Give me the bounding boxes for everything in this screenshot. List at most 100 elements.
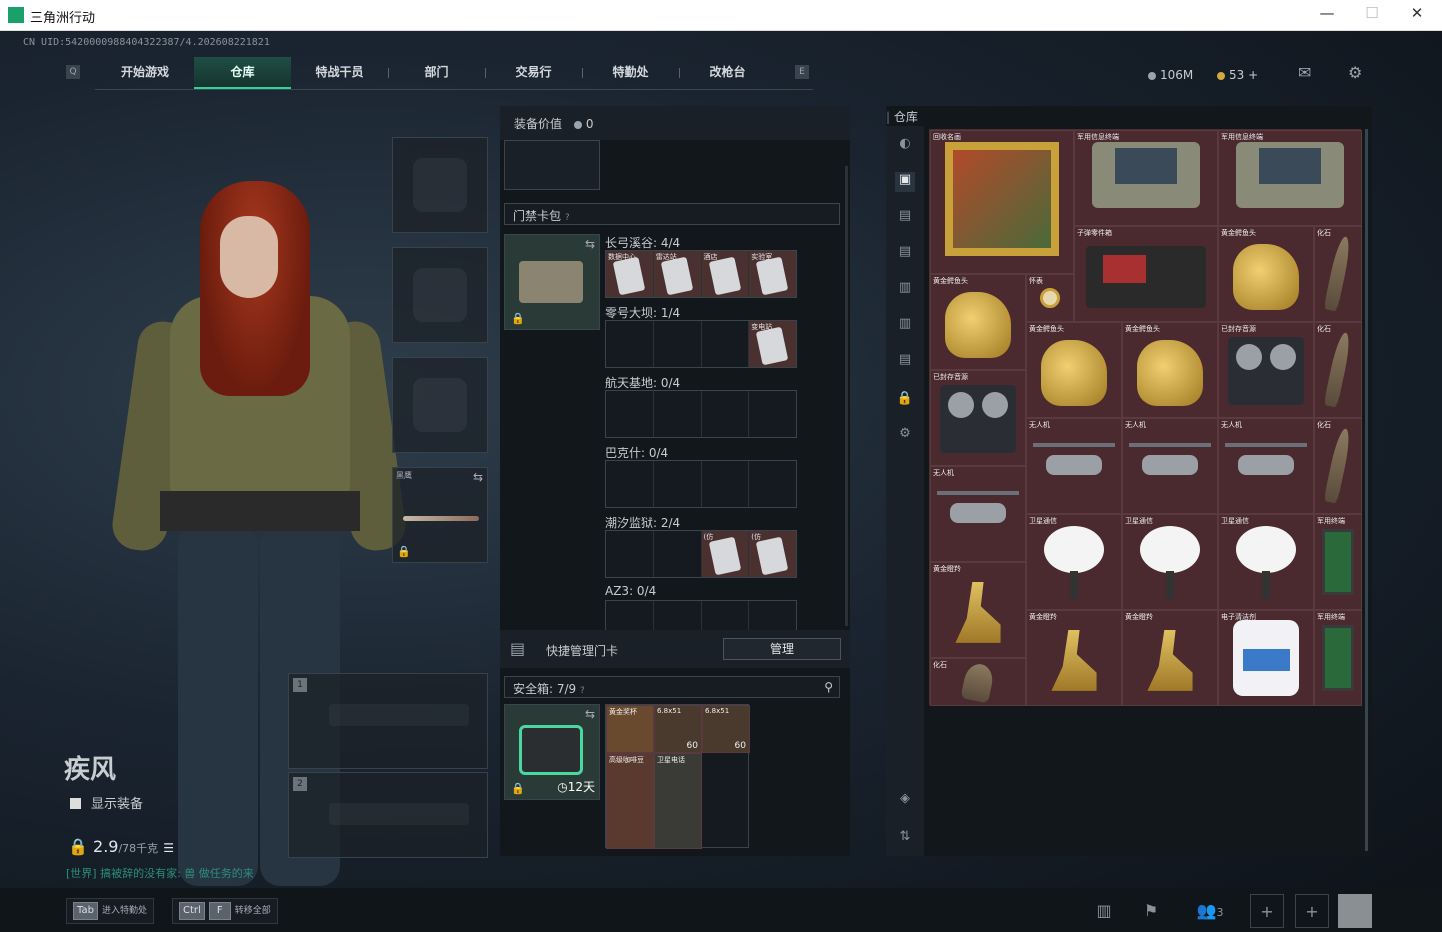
warehouse-item[interactable]: 化石 bbox=[1314, 226, 1362, 322]
warehouse-item[interactable]: 黄金瞪羚 bbox=[930, 562, 1026, 658]
keycard-item[interactable]: 实验室 bbox=[749, 251, 796, 297]
keycard-item[interactable]: 数据中心 bbox=[606, 251, 654, 297]
warehouse-item[interactable]: 军用终端 bbox=[1314, 610, 1362, 706]
primary-weapon-slot[interactable]: 1 bbox=[288, 673, 488, 769]
safebox-item[interactable]: 6.8x51 60 bbox=[654, 705, 702, 753]
warehouse-item[interactable]: 已封存音源 bbox=[930, 370, 1026, 466]
helmet-filter-icon[interactable]: ◐ bbox=[895, 136, 915, 156]
keycard-empty-slot[interactable] bbox=[654, 321, 702, 367]
sort-icon[interactable]: ⇅ bbox=[895, 829, 915, 849]
warehouse-item[interactable]: 卫星通信 bbox=[1026, 514, 1122, 610]
warehouse-item[interactable]: 回收名画 bbox=[930, 130, 1074, 274]
swap-icon[interactable]: ⇆ bbox=[473, 470, 483, 484]
settings-gear-icon[interactable]: ⚙ bbox=[1348, 63, 1362, 82]
keycard-empty-slot[interactable] bbox=[702, 321, 750, 367]
helmet-slot[interactable] bbox=[392, 137, 488, 233]
enter-special-ops-hint[interactable]: Tab 进入特勤处 bbox=[66, 898, 154, 924]
warehouse-item[interactable]: 黄金瞪羚 bbox=[1026, 610, 1122, 706]
maximize-button[interactable]: ☐ bbox=[1352, 4, 1392, 26]
tab-gunsmith[interactable]: 改枪台 bbox=[679, 57, 776, 89]
manage-button[interactable]: 管理 bbox=[723, 638, 841, 660]
close-button[interactable]: ✕ bbox=[1397, 4, 1437, 26]
warehouse-iii-icon[interactable]: ▥ bbox=[895, 316, 915, 336]
warehouse-item[interactable]: 军用信息终端 bbox=[1218, 130, 1362, 226]
pistol-slot[interactable] bbox=[392, 357, 488, 453]
backpack-slot[interactable] bbox=[504, 140, 600, 190]
tab-warehouse[interactable]: 仓库 bbox=[194, 57, 291, 89]
tab-start-game[interactable]: 开始游戏 bbox=[96, 57, 194, 89]
warehouse-item[interactable]: 军用终端 bbox=[1314, 514, 1362, 610]
keycard-item[interactable]: (仿 bbox=[749, 531, 796, 577]
flag-icon[interactable]: ⚑ bbox=[1134, 894, 1168, 928]
warehouse-item[interactable]: 化石 bbox=[930, 658, 1026, 706]
keycard-item[interactable]: 酒店 bbox=[701, 251, 750, 297]
warehouse-iii-icon[interactable]: ▥ bbox=[895, 280, 915, 300]
warehouse-iv-icon[interactable]: ▤ bbox=[895, 244, 915, 264]
nav-next-key[interactable]: E bbox=[795, 65, 809, 79]
keycard-empty-slot[interactable] bbox=[654, 531, 702, 577]
keycard-item[interactable]: 变电站 bbox=[749, 321, 796, 367]
pin-icon[interactable]: ⚲ bbox=[824, 680, 833, 694]
invite-slot-button[interactable]: + bbox=[1295, 894, 1329, 928]
keycard-empty-slot[interactable] bbox=[702, 391, 750, 437]
warehouse-item[interactable]: 已封存音源 bbox=[1218, 322, 1314, 418]
tab-market[interactable]: 交易行 bbox=[485, 57, 582, 89]
warehouse-item[interactable]: 化石 bbox=[1314, 322, 1362, 418]
safebox-item[interactable]: 高级咖啡豆 bbox=[606, 753, 654, 849]
transfer-all-hint[interactable]: Ctrl F 转移全部 bbox=[172, 898, 278, 924]
warehouse-item[interactable]: 电子清洁剂 bbox=[1218, 610, 1314, 706]
scrollbar[interactable] bbox=[1365, 129, 1368, 851]
mail-icon[interactable]: ✉ bbox=[1298, 63, 1311, 82]
warehouse-item[interactable]: 化石 bbox=[1314, 418, 1362, 514]
safebox-slot[interactable]: ⇆ 🔒 ◷12天 bbox=[504, 704, 600, 800]
tab-operators[interactable]: 特战干员 bbox=[291, 57, 388, 89]
secondary-weapon-slot[interactable]: 2 bbox=[288, 772, 488, 858]
keycard-empty-slot[interactable] bbox=[654, 461, 702, 507]
warehouse-item[interactable]: 黄金鳄鱼头 bbox=[1218, 226, 1314, 322]
keycard-item[interactable]: 雷达站 bbox=[653, 251, 702, 297]
keycard-empty-slot[interactable] bbox=[606, 321, 654, 367]
add-coupon-button[interactable]: + bbox=[1248, 68, 1258, 82]
swap-icon[interactable]: ⇆ bbox=[585, 707, 595, 721]
world-chat-line[interactable]: [世界] 搞被辞的没有家: 兽 做任务的来 bbox=[66, 865, 254, 881]
lock-icon[interactable]: 🔒 bbox=[895, 391, 915, 411]
keycard-empty-slot[interactable] bbox=[749, 391, 796, 437]
warehouse-item[interactable]: 怀表 bbox=[1026, 274, 1074, 322]
warehouse-item[interactable]: 无人机 bbox=[1026, 418, 1122, 514]
warehouse-item[interactable]: 无人机 bbox=[930, 466, 1026, 562]
warehouse-item[interactable]: 无人机 bbox=[1218, 418, 1314, 514]
keycard-empty-slot[interactable] bbox=[606, 391, 654, 437]
warehouse-item[interactable]: 黄金瞪羚 bbox=[1122, 610, 1218, 706]
help-icon[interactable]: ? bbox=[580, 686, 585, 696]
armor-slot[interactable] bbox=[392, 247, 488, 343]
keycard-empty-slot[interactable] bbox=[749, 461, 796, 507]
keycard-empty-slot[interactable] bbox=[702, 461, 750, 507]
safebox-item[interactable]: 黄金奖杯 bbox=[606, 705, 654, 753]
hafcoin-balance[interactable]: 106M bbox=[1148, 68, 1193, 82]
keycard-empty-slot[interactable] bbox=[606, 461, 654, 507]
warehouse-iv-icon[interactable]: ▤ bbox=[895, 208, 915, 228]
minimize-button[interactable]: — bbox=[1307, 4, 1347, 26]
swap-icon[interactable]: ⇆ bbox=[585, 237, 595, 251]
player-avatar[interactable] bbox=[1338, 894, 1372, 928]
warehouse-item[interactable]: 军用信息终端 bbox=[1074, 130, 1218, 226]
safebox-item[interactable]: 卫星电话 bbox=[654, 753, 702, 849]
keycard-item[interactable]: (仿 bbox=[701, 531, 750, 577]
invite-slot-button[interactable]: + bbox=[1250, 894, 1284, 928]
warehouse-item[interactable]: 无人机 bbox=[1122, 418, 1218, 514]
checkbox[interactable] bbox=[70, 798, 81, 809]
warehouse-item[interactable]: 卫星通信 bbox=[1218, 514, 1314, 610]
coupon-balance[interactable]: 53 + bbox=[1217, 68, 1258, 82]
warehouse-item[interactable]: 黄金鳄鱼头 bbox=[1026, 322, 1122, 418]
stats-chart-icon[interactable]: ▥ bbox=[1087, 894, 1121, 928]
layers-icon[interactable]: ◈ bbox=[895, 791, 915, 811]
keycard-empty-slot[interactable] bbox=[606, 531, 654, 577]
melee-slot[interactable]: 黑鹰 ⇆ 🔒 bbox=[392, 467, 488, 563]
keycard-empty-slot[interactable] bbox=[654, 391, 702, 437]
nav-prev-key[interactable]: Q bbox=[66, 65, 80, 79]
warehouse-iv-icon[interactable]: ▤ bbox=[895, 352, 915, 372]
keycard-case-slot[interactable]: ⇆ 🔒 bbox=[504, 234, 600, 330]
tab-special-ops[interactable]: 特勤处 bbox=[582, 57, 679, 89]
safebox-item[interactable]: 6.8x51 60 bbox=[702, 705, 750, 753]
warehouse-item[interactable]: 子弹零件箱 bbox=[1074, 226, 1218, 322]
